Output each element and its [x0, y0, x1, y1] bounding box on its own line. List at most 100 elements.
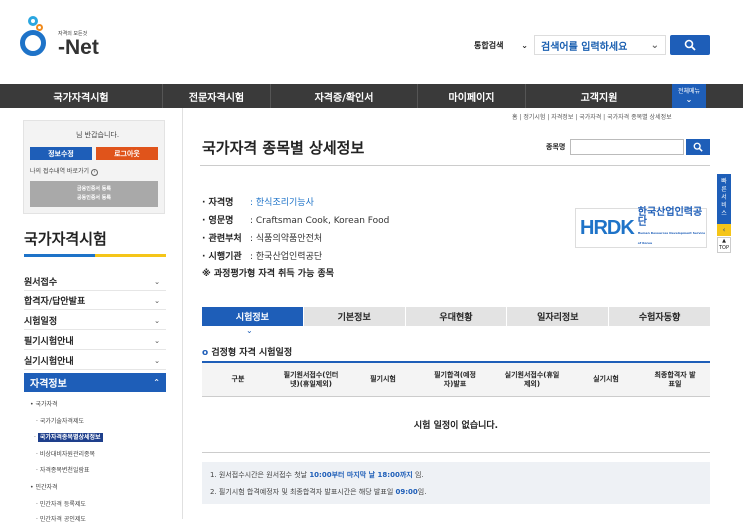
sidebar-item-label: 시험일정	[24, 317, 58, 327]
bullet-icon: o	[202, 348, 209, 358]
tab-preference[interactable]: 우대현황	[405, 307, 508, 326]
notice-box: 1. 원서접수시간은 원서접수 첫날 10:00부터 마지막 날 18:00까지…	[202, 462, 710, 504]
sidebar-item-apply[interactable]: 원서접수 ⌄	[24, 273, 166, 291]
breadcrumb: 홈 | 정기시험 | 자격정보 | 국가자격 | 국가자격 종목별 상세정보	[512, 114, 672, 121]
sidebar-title: 국가자격시험	[24, 230, 107, 248]
arrow-up-icon: ▲	[722, 238, 726, 244]
greeting-text: 님 반갑습니다.	[76, 131, 120, 139]
chevron-up-icon: ⌃	[153, 378, 160, 387]
nav-item-national[interactable]: 국가자격시험	[0, 84, 163, 108]
shortcut-label: 나의 접수내역 바로가기	[30, 168, 90, 175]
info-agency: · 시행기관: 한국산업인력공단	[202, 252, 323, 262]
info-ministry: · 관련부처: 식품의약품안전처	[202, 234, 323, 244]
sidebar-item-label: 자격정보	[30, 379, 67, 390]
table-header: 구분 필기원서접수(인터넷)(휴일제외) 필기시험 필기합격(예정자)발표 실기…	[202, 363, 710, 397]
info-name: · 자격명: 한식조리기능사	[202, 198, 314, 208]
chevron-left-icon[interactable]: ‹	[717, 224, 731, 236]
sidebar-title-bar	[24, 254, 166, 257]
title-separator	[200, 165, 710, 166]
th-written-apply: 필기원서접수(인터넷)(휴일제외)	[283, 370, 339, 388]
th-final-result: 최종합격자 발표일	[654, 370, 696, 388]
arrow-circle-icon: ›	[90, 169, 98, 176]
chevron-down-icon: ⌄	[154, 356, 160, 365]
tab-jobs[interactable]: 일자리정보	[507, 307, 610, 326]
edit-info-button[interactable]: 정보수정	[30, 147, 92, 160]
notice-1: 1. 원서접수시간은 원서접수 첫날 10:00부터 마지막 날 18:00까지…	[210, 471, 424, 479]
quick-service-label: 빠른서비스	[721, 178, 727, 217]
tab-exam-info[interactable]: 시험정보	[202, 307, 304, 326]
chevron-down-icon: ⌄	[650, 39, 659, 51]
item-search-button[interactable]	[686, 139, 710, 155]
chevron-down-icon: ⌄	[685, 95, 693, 104]
submenu-detail-label: 국가자격종목별상세정보	[37, 433, 103, 442]
hrdk-subtitle: Human Resources Development Service of K…	[637, 231, 706, 245]
top-label: TOP	[718, 245, 729, 251]
tab-trends[interactable]: 수험자동향	[609, 307, 710, 326]
column-divider	[182, 108, 183, 519]
submenu-system[interactable]: · 국가기술자격제도	[36, 416, 84, 425]
logo-text: -Net	[58, 36, 99, 59]
submenu-history[interactable]: · 자격종목변천일람표	[36, 465, 90, 474]
sidebar-item-label: 실기시험안내	[24, 357, 74, 367]
th-category: 구분	[231, 375, 245, 383]
th-written-exam: 필기시험	[370, 375, 396, 383]
search-icon	[693, 142, 703, 152]
all-menu-label: 전체메뉴	[677, 88, 701, 95]
submenu-detail[interactable]: · 국가자격종목별상세정보	[34, 432, 103, 442]
certificate-box: 금융인증서 등록 공동인증서 등록	[30, 181, 158, 207]
submenu-emergency[interactable]: · 비상대비자원관리종목	[36, 449, 95, 458]
search-input[interactable]: 검색어를 입력하세요 ⌄	[534, 35, 666, 55]
nav-item-professional[interactable]: 전문자격시험	[163, 84, 271, 108]
section-title: o 검정형 자격 시험일정	[202, 348, 293, 358]
nav-item-mypage[interactable]: 마이페이지	[418, 84, 526, 108]
search-scope-select[interactable]: 통합검색 ⌄	[470, 35, 532, 55]
main-nav: 국가자격시험 전문자격시험 자격증/확인서 마이페이지 고객지원 전체메뉴 ⌄	[0, 84, 743, 108]
hrdk-mark: HRDK	[580, 216, 635, 239]
empty-message: 시험 일정이 없습니다.	[202, 397, 710, 453]
chevron-down-icon: ⌄	[521, 40, 528, 50]
nav-item-certificate[interactable]: 자격증/확인서	[271, 84, 418, 108]
joint-cert-link[interactable]: 공동인증서 등록	[30, 194, 158, 203]
all-menu-button[interactable]: 전체메뉴 ⌄	[672, 84, 706, 108]
search-placeholder: 검색어를 입력하세요	[541, 41, 628, 53]
chevron-down-icon: ⌄	[154, 277, 160, 286]
notice-2: 2. 필기시험 합격예정자 및 최종합격자 발표시간은 해당 발표일 09:00…	[210, 488, 427, 496]
top-button[interactable]: ▲ TOP	[717, 237, 731, 253]
qnet-logo[interactable]: 자격의 모든것 -Net	[20, 14, 120, 64]
sidebar-item-label: 원서접수	[24, 278, 58, 288]
sidebar-item-label: 필기시험안내	[24, 337, 74, 347]
page-title: 국가자격 종목별 상세정보	[202, 139, 365, 157]
search-icon	[684, 39, 696, 51]
logout-button[interactable]: 로그아웃	[96, 147, 158, 160]
info-tabs: 시험정보 기본정보 우대현황 일자리정보 수험자동향	[202, 307, 710, 326]
th-written-result: 필기합격(예정자)발표	[434, 370, 476, 388]
info-english: · 영문명: Craftsman Cook, Korean Food	[202, 216, 390, 226]
nav-item-support[interactable]: 고객지원	[526, 84, 672, 108]
application-history-link[interactable]: 나의 접수내역 바로가기 ›	[30, 166, 98, 176]
chevron-down-icon: ⌄	[246, 326, 253, 335]
item-search-label: 종목명	[546, 143, 566, 151]
chevron-down-icon: ⌄	[154, 316, 160, 325]
th-practical-exam: 실기시험	[593, 375, 619, 383]
sidebar-item-label: 합격자/답안발표	[24, 297, 86, 307]
sidebar-item-qualification-info[interactable]: 자격정보 ⌃	[24, 373, 166, 392]
sidebar-item-schedule[interactable]: 시험일정 ⌄	[24, 312, 166, 330]
submenu-private-register[interactable]: · 민간자격 등록제도	[36, 499, 86, 508]
sidebar-item-practical[interactable]: 실기시험안내 ⌄	[24, 352, 166, 370]
chevron-down-icon: ⌄	[154, 336, 160, 345]
th-practical-apply: 실기원서접수(휴일제외)	[504, 370, 560, 388]
search-scope-label: 통합검색	[474, 40, 504, 50]
sidebar-item-written[interactable]: 필기시험안내 ⌄	[24, 332, 166, 350]
search-button[interactable]	[670, 35, 710, 55]
chevron-down-icon: ⌄	[154, 296, 160, 305]
hrdk-logo: HRDK 한국산업인력공단 Human Resources Development…	[575, 208, 707, 248]
process-note: ※ 과정평가형 자격 취득 가능 종목	[202, 269, 335, 279]
finance-cert-link[interactable]: 금융인증서 등록	[30, 185, 158, 194]
sidebar-item-results[interactable]: 합격자/답안발표 ⌄	[24, 292, 166, 310]
tab-basic-info[interactable]: 기본정보	[303, 307, 406, 326]
item-search-input[interactable]	[570, 139, 684, 155]
hrdk-name: 한국산업인력공단	[637, 207, 703, 228]
submenu-private[interactable]: • 민간자격	[30, 482, 58, 491]
submenu-national[interactable]: • 국가자격	[30, 399, 58, 408]
schedule-table: 구분 필기원서접수(인터넷)(휴일제외) 필기시험 필기합격(예정자)발표 실기…	[202, 361, 710, 453]
